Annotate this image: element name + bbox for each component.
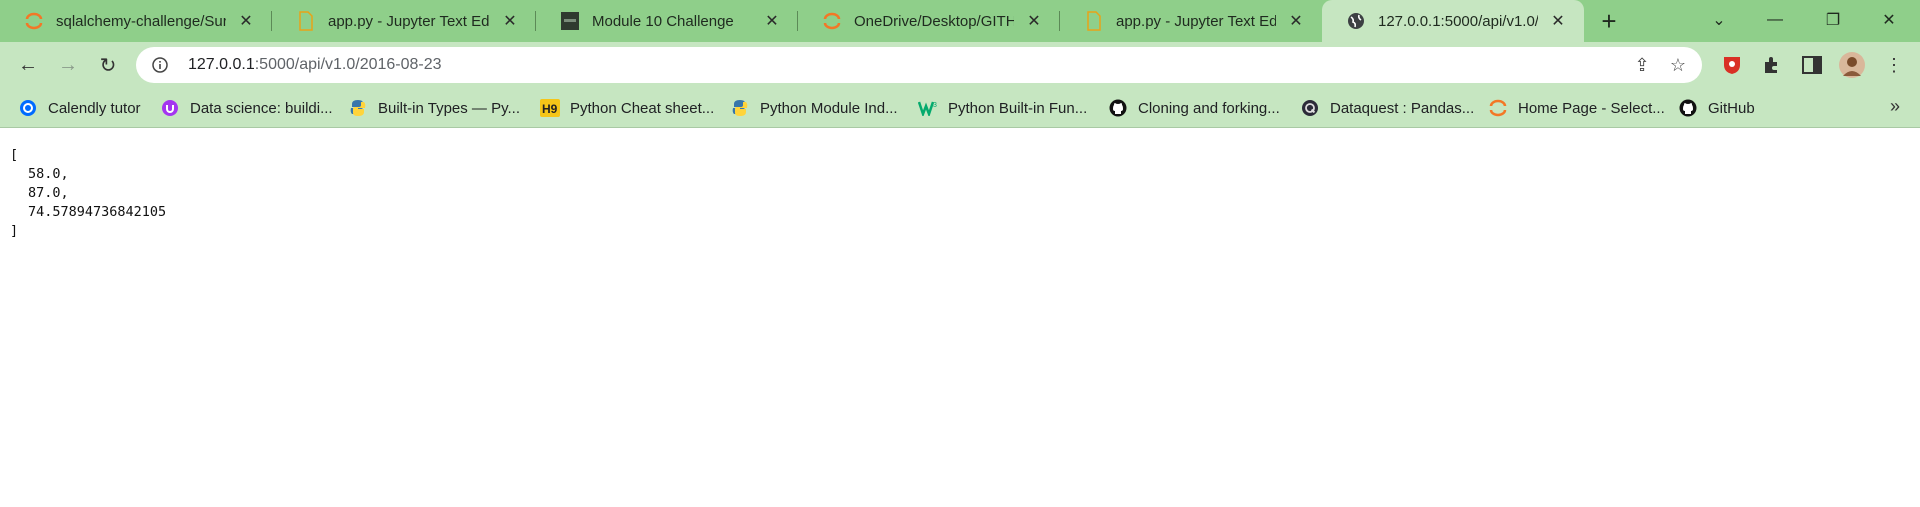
bookmark-calendly[interactable]: Calendly tutor — [18, 96, 141, 120]
bookmark-dataquest[interactable]: Dataquest : Pandas... — [1300, 96, 1474, 120]
udemy-icon — [160, 98, 180, 118]
close-icon[interactable]: ✕ — [760, 9, 784, 33]
bookmark-github[interactable]: GitHub — [1678, 96, 1755, 120]
close-icon[interactable]: ✕ — [234, 9, 258, 33]
restore-button[interactable]: ❐ — [1810, 0, 1856, 40]
tab-onedrive[interactable]: OneDrive/Desktop/GITHUB ✕ — [798, 0, 1060, 42]
tab-module-10[interactable]: Module 10 Challenge ✕ — [536, 0, 798, 42]
github-icon — [1678, 98, 1698, 118]
json-close-bracket: ] — [10, 223, 19, 239]
tab-search-chevron-icon[interactable]: ⌄ — [1696, 0, 1742, 40]
omnibox-actions: ⇪ ☆ — [1628, 51, 1692, 79]
page-thumbnail-icon — [560, 11, 580, 31]
bookmark-home-page[interactable]: Home Page - Select... — [1488, 96, 1665, 120]
calendly-icon — [18, 98, 38, 118]
back-button[interactable]: ← — [12, 49, 44, 81]
close-icon[interactable]: ✕ — [1546, 9, 1570, 33]
bookmark-label: Python Built-in Fun... — [948, 99, 1088, 117]
file-icon — [296, 11, 316, 31]
close-window-button[interactable]: ✕ — [1866, 0, 1912, 40]
h9-icon: H9 — [540, 98, 560, 118]
python-icon — [730, 98, 750, 118]
more-bookmarks-icon[interactable]: » — [1890, 96, 1900, 117]
tab-title: 127.0.0.1:5000/api/v1.0/201 — [1378, 12, 1538, 30]
tab-title: app.py - Jupyter Text Editor — [1116, 12, 1276, 30]
bookmark-label: Python Cheat sheet... — [570, 99, 715, 117]
github-icon — [1108, 98, 1128, 118]
svg-text:H9: H9 — [542, 102, 558, 116]
side-panel-icon[interactable] — [1798, 51, 1826, 79]
close-icon[interactable]: ✕ — [1022, 9, 1046, 33]
bookmarks-bar: Calendly tutor Data science: buildi... B… — [0, 88, 1920, 128]
tab-strip: sqlalchemy-challenge/Surfs ✕ app.py - Ju… — [0, 0, 1920, 42]
bookmark-label: Dataquest : Pandas... — [1330, 99, 1475, 117]
bookmark-label: Calendly tutor — [48, 99, 141, 117]
url-host: 127.0.0.1 — [188, 56, 255, 73]
share-icon[interactable]: ⇪ — [1628, 51, 1656, 79]
close-icon[interactable]: ✕ — [1284, 9, 1308, 33]
bookmark-label: Data science: buildi... — [190, 99, 333, 117]
bookmark-label: Home Page - Select... — [1518, 99, 1665, 117]
tab-title: app.py - Jupyter Text Editor — [328, 12, 490, 30]
menu-kebab-icon[interactable]: ⋮ — [1880, 51, 1908, 79]
bookmark-cheat-sheet[interactable]: H9 Python Cheat sheet... — [540, 96, 714, 120]
extension-shield-icon[interactable] — [1718, 51, 1746, 79]
bookmark-module-index[interactable]: Python Module Ind... — [730, 96, 898, 120]
json-value: 74.57894736842105 — [28, 204, 167, 220]
jupyter-icon — [822, 11, 842, 31]
tab-title: OneDrive/Desktop/GITHUB — [854, 12, 1014, 30]
json-value: 58.0, — [28, 166, 69, 182]
toolbar: ← → ↻ 127.0.0.1:5000/api/v1.0/2016-08-23… — [0, 42, 1920, 88]
url-path: :5000/api/v1.0/2016-08-23 — [254, 56, 442, 73]
globe-icon — [1346, 11, 1366, 31]
tab-title: Module 10 Challenge — [592, 12, 734, 30]
avatar[interactable] — [1838, 51, 1866, 79]
bookmark-label: GitHub — [1708, 99, 1755, 117]
forward-button[interactable]: → — [52, 49, 84, 81]
python-icon — [348, 98, 368, 118]
bookmark-star-icon[interactable]: ☆ — [1664, 51, 1692, 79]
dataquest-icon — [1300, 98, 1320, 118]
bookmark-label: Cloning and forking... — [1138, 99, 1280, 117]
reload-button[interactable]: ↻ — [92, 49, 124, 81]
bookmark-label: Python Module Ind... — [760, 99, 898, 117]
close-icon[interactable]: ✕ — [498, 9, 522, 33]
bookmark-builtin-functions[interactable]: 3 Python Built-in Fun... — [918, 96, 1087, 120]
tab-sqlalchemy[interactable]: sqlalchemy-challenge/Surfs ✕ — [0, 0, 272, 42]
file-icon — [1084, 11, 1104, 31]
jupyter-icon — [24, 11, 44, 31]
address-bar[interactable]: 127.0.0.1:5000/api/v1.0/2016-08-23 ⇪ ☆ — [136, 47, 1702, 83]
new-tab-button[interactable]: + — [1594, 6, 1624, 36]
w3schools-icon: 3 — [918, 98, 938, 118]
minimize-button[interactable]: — — [1752, 0, 1798, 40]
bookmark-built-in-types[interactable]: Built-in Types — Py... — [348, 96, 520, 120]
tab-app-py-2[interactable]: app.py - Jupyter Text Editor ✕ — [1060, 0, 1322, 42]
json-open-bracket: [ — [10, 147, 19, 163]
url-text[interactable]: 127.0.0.1:5000/api/v1.0/2016-08-23 — [188, 56, 442, 74]
info-icon[interactable] — [142, 47, 178, 83]
bookmark-data-science[interactable]: Data science: buildi... — [160, 96, 333, 120]
tab-api-active[interactable]: 127.0.0.1:5000/api/v1.0/201 ✕ — [1322, 0, 1584, 42]
extensions-puzzle-icon[interactable] — [1758, 51, 1786, 79]
jupyter-icon — [1488, 98, 1508, 118]
tab-app-py-1[interactable]: app.py - Jupyter Text Editor ✕ — [272, 0, 536, 42]
tab-title: sqlalchemy-challenge/Surfs — [56, 12, 226, 30]
bookmark-cloning-forking[interactable]: Cloning and forking... — [1108, 96, 1280, 120]
svg-text:3: 3 — [933, 102, 937, 109]
json-value: 87.0, — [28, 185, 69, 201]
json-response: [58.0, 87.0, 74.57894736842105] — [10, 146, 166, 241]
bookmark-label: Built-in Types — Py... — [378, 99, 520, 117]
